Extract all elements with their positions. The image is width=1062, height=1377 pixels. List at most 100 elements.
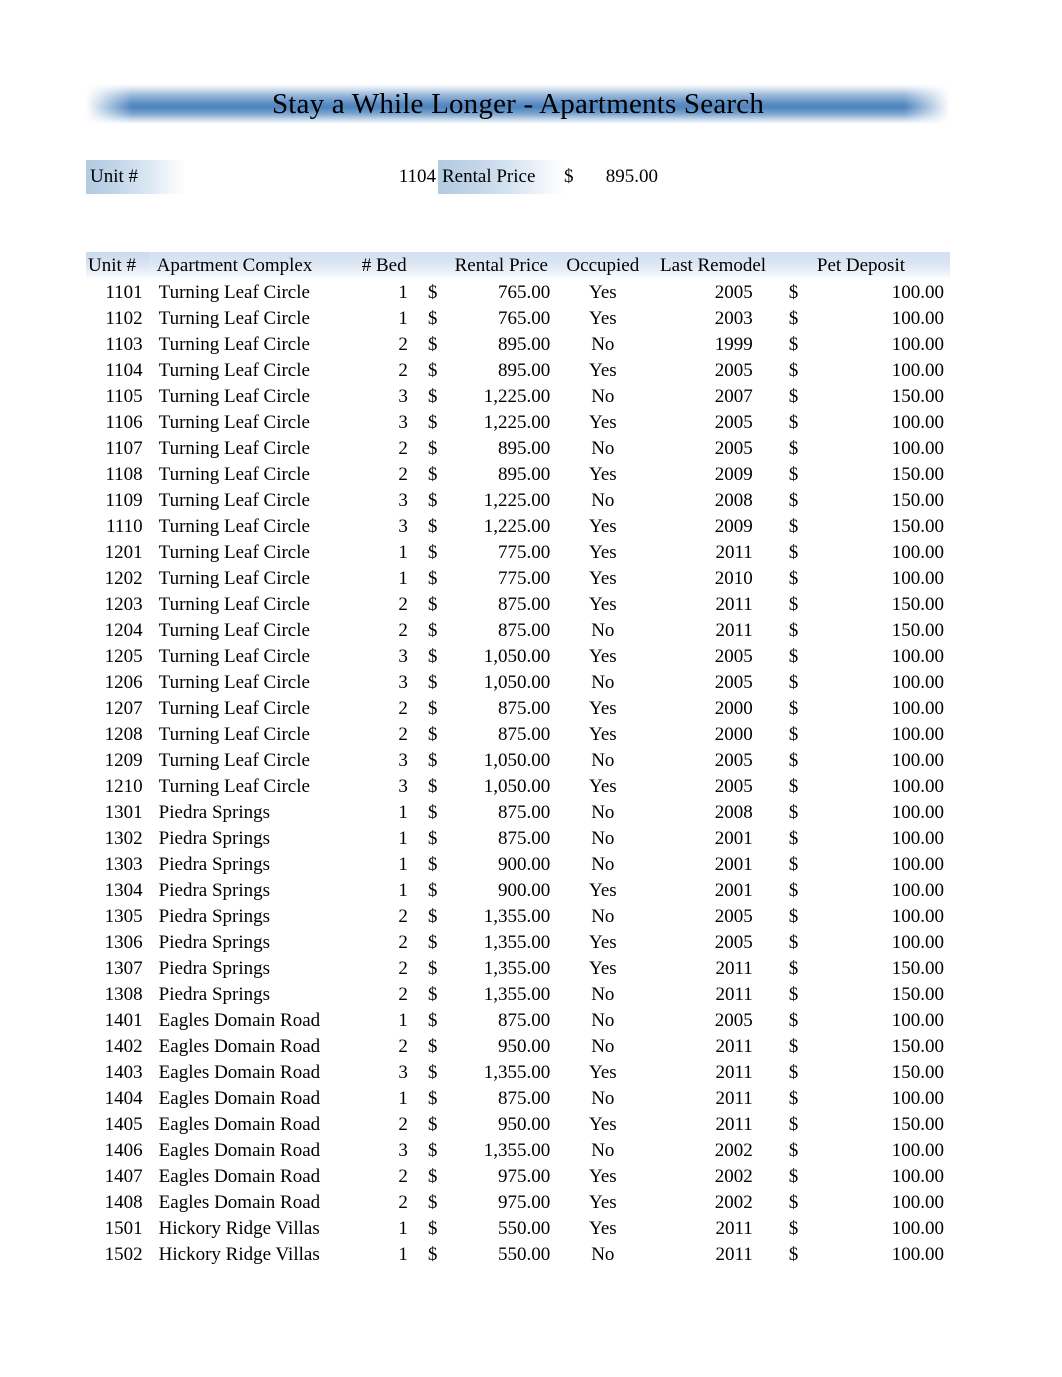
cell-rental-price-currency[interactable]: $ <box>424 306 455 332</box>
table-row[interactable]: 1210 Turning Leaf Circle 3 $1,050.00 Yes 2005… <box>86 774 950 800</box>
table-row[interactable]: 1101 Turning Leaf Circle 1 $765.00 Yes 2005 $1… <box>86 280 950 306</box>
cell-last-remodel[interactable]: 2011 <box>647 1034 778 1060</box>
cell-pet-deposit-currency[interactable]: $ <box>779 280 817 306</box>
cell-occupied[interactable]: Yes <box>558 514 647 540</box>
cell-last-remodel[interactable]: 2005 <box>647 410 778 436</box>
cell-pet-deposit-currency[interactable]: $ <box>779 384 817 410</box>
cell-pet-deposit[interactable]: 100.00 <box>817 332 950 358</box>
cell-pet-deposit[interactable]: 100.00 <box>817 410 950 436</box>
cell-pet-deposit[interactable]: 100.00 <box>817 670 950 696</box>
cell-rental-price-currency[interactable]: $ <box>424 956 455 982</box>
cell-pet-deposit-currency[interactable]: $ <box>779 956 817 982</box>
cell-unit[interactable]: 1403 <box>86 1060 149 1086</box>
cell-apartment-complex[interactable]: Piedra Springs <box>149 878 345 904</box>
cell-bed-count[interactable]: 2 <box>344 1164 423 1190</box>
cell-bed-count[interactable]: 3 <box>344 514 423 540</box>
cell-pet-deposit[interactable]: 150.00 <box>817 1112 950 1138</box>
table-row[interactable]: 1201 Turning Leaf Circle 1 $775.00 Yes 2011 $1… <box>86 540 950 566</box>
cell-rental-price[interactable]: 900.00 <box>455 852 559 878</box>
cell-pet-deposit-currency[interactable]: $ <box>779 1216 817 1242</box>
table-row[interactable]: 1308 Piedra Springs 2 $1,355.00 No 2011 $150.0… <box>86 982 950 1008</box>
cell-occupied[interactable]: Yes <box>558 930 647 956</box>
cell-rental-price-currency[interactable]: $ <box>424 436 455 462</box>
cell-rental-price-currency[interactable]: $ <box>424 670 455 696</box>
cell-rental-price-currency[interactable]: $ <box>424 904 455 930</box>
cell-rental-price[interactable]: 1,225.00 <box>455 384 559 410</box>
cell-unit[interactable]: 1406 <box>86 1138 149 1164</box>
cell-bed-count[interactable]: 1 <box>344 306 423 332</box>
cell-unit[interactable]: 1302 <box>86 826 149 852</box>
cell-pet-deposit[interactable]: 100.00 <box>817 852 950 878</box>
cell-rental-price[interactable]: 875.00 <box>455 618 559 644</box>
table-row[interactable]: 1502 Hickory Ridge Villas 1 $550.00 No 2011 $1… <box>86 1242 950 1268</box>
cell-last-remodel[interactable]: 2005 <box>647 670 778 696</box>
cell-unit[interactable]: 1106 <box>86 410 149 436</box>
cell-bed-count[interactable]: 2 <box>344 436 423 462</box>
cell-bed-count[interactable]: 1 <box>344 1086 423 1112</box>
table-row[interactable]: 1203 Turning Leaf Circle 2 $875.00 Yes 2011 $1… <box>86 592 950 618</box>
cell-pet-deposit[interactable]: 150.00 <box>817 592 950 618</box>
table-row[interactable]: 1109 Turning Leaf Circle 3 $1,225.00 No 2008 $… <box>86 488 950 514</box>
cell-unit[interactable]: 1405 <box>86 1112 149 1138</box>
cell-apartment-complex[interactable]: Turning Leaf Circle <box>149 774 345 800</box>
table-row[interactable]: 1306 Piedra Springs 2 $1,355.00 Yes 2005 $100.… <box>86 930 950 956</box>
cell-pet-deposit[interactable]: 100.00 <box>817 1216 950 1242</box>
table-row[interactable]: 1102 Turning Leaf Circle 1 $765.00 Yes 2003 $1… <box>86 306 950 332</box>
cell-unit[interactable]: 1210 <box>86 774 149 800</box>
cell-apartment-complex[interactable]: Eagles Domain Road <box>149 1086 345 1112</box>
cell-last-remodel[interactable]: 2007 <box>647 384 778 410</box>
cell-apartment-complex[interactable]: Turning Leaf Circle <box>149 540 345 566</box>
cell-apartment-complex[interactable]: Turning Leaf Circle <box>149 592 345 618</box>
cell-last-remodel[interactable]: 2011 <box>647 618 778 644</box>
cell-rental-price[interactable]: 1,355.00 <box>455 1060 559 1086</box>
cell-rental-price-currency[interactable]: $ <box>424 1112 455 1138</box>
cell-rental-price-currency[interactable]: $ <box>424 1138 455 1164</box>
column-header-rental-price[interactable]: Rental Price <box>454 252 559 280</box>
cell-apartment-complex[interactable]: Piedra Springs <box>149 852 345 878</box>
cell-pet-deposit-currency[interactable]: $ <box>779 462 817 488</box>
cell-apartment-complex[interactable]: Eagles Domain Road <box>149 1008 345 1034</box>
cell-rental-price[interactable]: 1,225.00 <box>455 514 559 540</box>
cell-occupied[interactable]: Yes <box>558 1112 647 1138</box>
cell-rental-price-currency[interactable]: $ <box>424 748 455 774</box>
table-row[interactable]: 1304 Piedra Springs 1 $900.00 Yes 2001 $100.00 <box>86 878 950 904</box>
cell-pet-deposit-currency[interactable]: $ <box>779 410 817 436</box>
cell-bed-count[interactable]: 3 <box>344 1138 423 1164</box>
cell-apartment-complex[interactable]: Turning Leaf Circle <box>149 514 345 540</box>
cell-occupied[interactable]: No <box>558 904 647 930</box>
cell-rental-price[interactable]: 895.00 <box>455 436 559 462</box>
cell-rental-price[interactable]: 775.00 <box>455 540 559 566</box>
table-row[interactable]: 1307 Piedra Springs 2 $1,355.00 Yes 2011 $150.… <box>86 956 950 982</box>
table-row[interactable]: 1406 Eagles Domain Road 3 $1,355.00 No 2002 $1… <box>86 1138 950 1164</box>
cell-rental-price-currency[interactable]: $ <box>424 410 455 436</box>
cell-rental-price[interactable]: 875.00 <box>455 826 559 852</box>
cell-unit[interactable]: 1401 <box>86 1008 149 1034</box>
table-row[interactable]: 1405 Eagles Domain Road 2 $950.00 Yes 2011 $15… <box>86 1112 950 1138</box>
cell-unit[interactable]: 1305 <box>86 904 149 930</box>
cell-apartment-complex[interactable]: Turning Leaf Circle <box>149 358 345 384</box>
table-row[interactable]: 1404 Eagles Domain Road 1 $875.00 No 2011 $100… <box>86 1086 950 1112</box>
cell-bed-count[interactable]: 3 <box>344 670 423 696</box>
cell-pet-deposit[interactable]: 100.00 <box>817 1242 950 1268</box>
table-row[interactable]: 1110 Turning Leaf Circle 3 $1,225.00 Yes 2009… <box>86 514 950 540</box>
table-row[interactable]: 1108 Turning Leaf Circle 2 $895.00 Yes 2009 $1… <box>86 462 950 488</box>
cell-occupied[interactable]: Yes <box>558 280 647 306</box>
cell-rental-price-currency[interactable]: $ <box>424 514 455 540</box>
cell-occupied[interactable]: No <box>558 488 647 514</box>
column-header-occupied[interactable]: Occupied <box>558 252 648 280</box>
cell-rental-price[interactable]: 1,355.00 <box>455 1138 559 1164</box>
cell-last-remodel[interactable]: 2005 <box>647 774 778 800</box>
table-row[interactable]: 1105 Turning Leaf Circle 3 $1,225.00 No 2007 $… <box>86 384 950 410</box>
cell-occupied[interactable]: No <box>558 436 647 462</box>
cell-apartment-complex[interactable]: Piedra Springs <box>149 982 345 1008</box>
cell-bed-count[interactable]: 1 <box>344 1008 423 1034</box>
cell-apartment-complex[interactable]: Eagles Domain Road <box>149 1112 345 1138</box>
cell-unit[interactable]: 1203 <box>86 592 149 618</box>
cell-rental-price[interactable]: 975.00 <box>455 1164 559 1190</box>
cell-unit[interactable]: 1404 <box>86 1086 149 1112</box>
cell-pet-deposit-currency[interactable]: $ <box>779 644 817 670</box>
cell-occupied[interactable]: Yes <box>558 644 647 670</box>
cell-pet-deposit-currency[interactable]: $ <box>779 904 817 930</box>
cell-occupied[interactable]: Yes <box>558 306 647 332</box>
cell-pet-deposit-currency[interactable]: $ <box>779 696 817 722</box>
